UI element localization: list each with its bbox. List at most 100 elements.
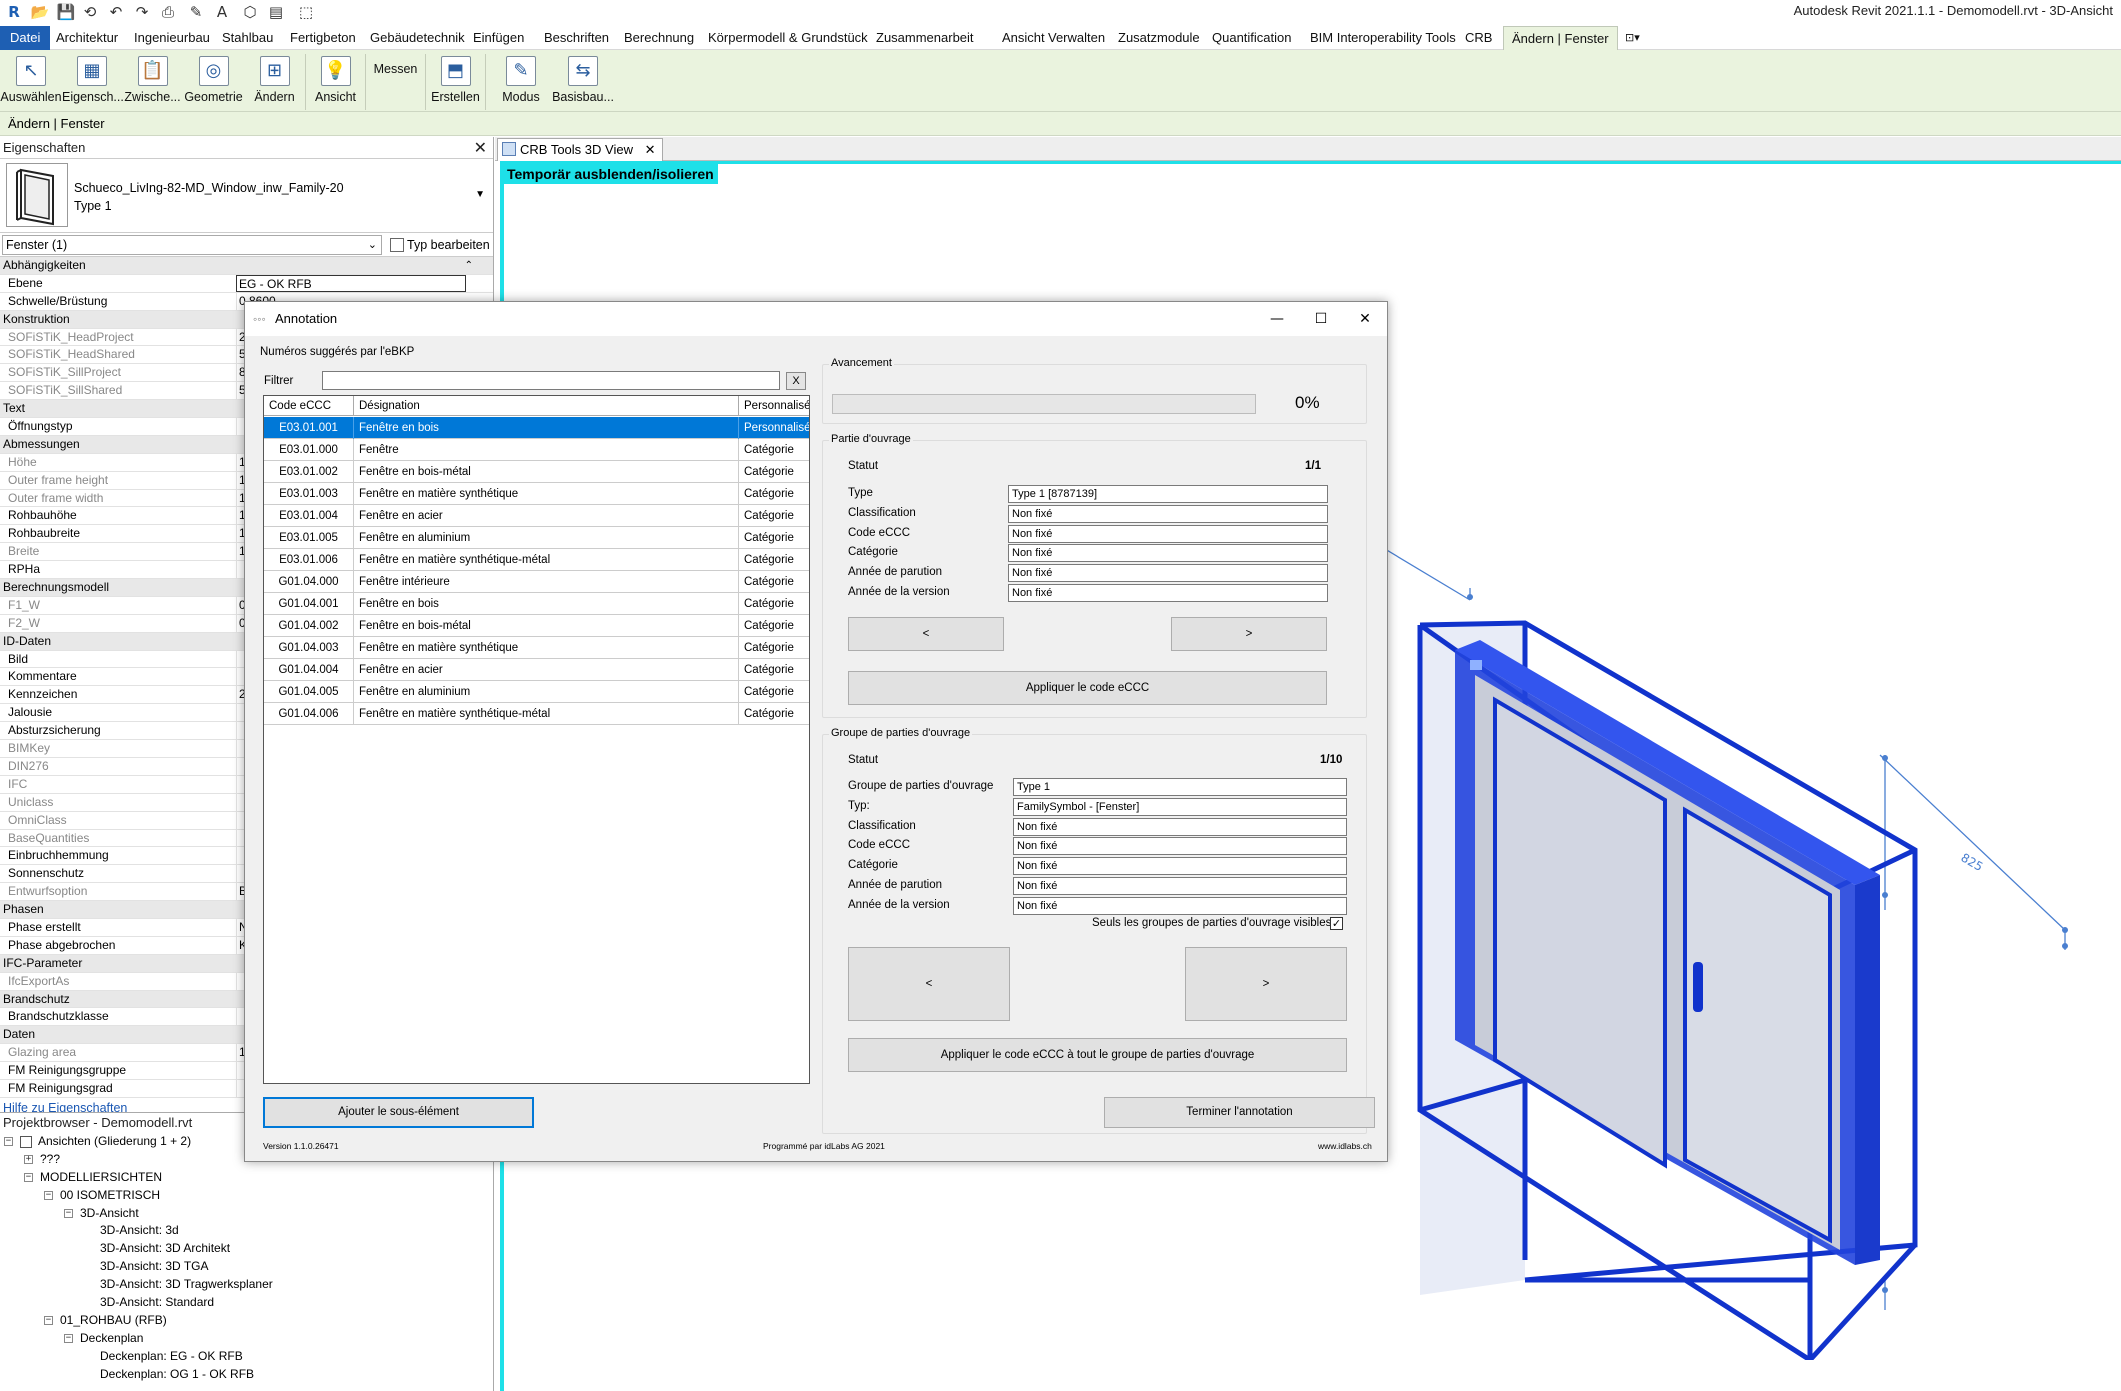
tab-overflow-icon[interactable]: ⊡▾	[1625, 26, 1640, 50]
andern-button[interactable]: ⊞ Ändern	[244, 54, 306, 110]
apply-eccc-button[interactable]: Appliquer le code eCCC	[848, 671, 1327, 705]
quick-access-icon[interactable]: ↷	[132, 2, 152, 22]
collapse-icon[interactable]: −	[64, 1333, 73, 1343]
grid-row[interactable]: E03.01.005 Fenêtre en aluminium Catégorie	[264, 527, 809, 549]
collapse-icon[interactable]: −	[44, 1190, 53, 1200]
browser-tree-item[interactable]: − MODELLIERSICHTEN	[0, 1169, 493, 1187]
instance-filter-dropdown[interactable]: Fenster (1) ⌄	[2, 235, 382, 255]
collapse-icon[interactable]: −	[64, 1208, 73, 1218]
browser-tree-item[interactable]: 3D-Ansicht: Standard	[0, 1294, 493, 1312]
grid-row[interactable]: G01.04.006 Fenêtre en matière synthétique…	[264, 703, 809, 725]
tab-ingenieurbau[interactable]: Ingenieurbau	[134, 26, 210, 50]
auswahlen-button[interactable]: ↖ Auswählen	[0, 54, 62, 110]
edit-type-button[interactable]: Typ bearbeiten	[390, 235, 490, 255]
geometrie-button[interactable]: ◎ Geometrie	[183, 54, 244, 110]
property-value[interactable]: EG - OK RFB	[236, 274, 466, 292]
quick-access-icon[interactable]: ↶	[106, 2, 126, 22]
minimize-icon[interactable]: —	[1255, 302, 1299, 336]
browser-tree-item[interactable]: 3D-Ansicht: 3d	[0, 1222, 493, 1240]
grid-row[interactable]: G01.04.001 Fenêtre en bois Catégorie	[264, 593, 809, 615]
erstellen-button[interactable]: ⬒ Erstellen	[426, 54, 486, 110]
maximize-icon[interactable]: ☐	[1299, 302, 1343, 336]
quick-access-icon[interactable]: ▤	[266, 2, 286, 22]
quick-access-icon[interactable]: ✎	[186, 2, 206, 22]
group-next-button[interactable]: >	[1185, 947, 1347, 1021]
browser-tree-item[interactable]: −00 ISOMETRISCH	[0, 1187, 493, 1205]
finish-annotation-button[interactable]: Terminer l'annotation	[1104, 1097, 1375, 1128]
grid-row[interactable]: G01.04.002 Fenêtre en bois-métal Catégorie	[264, 615, 809, 637]
tab-datei[interactable]: Datei	[0, 26, 51, 50]
grid-row[interactable]: G01.04.000 Fenêtre intérieure Catégorie	[264, 571, 809, 593]
type-selector[interactable]: Schueco_LivIng-82-MD_Window_inw_Family-2…	[0, 159, 493, 233]
grid-row[interactable]: E03.01.002 Fenêtre en bois-métal Catégorie	[264, 461, 809, 483]
expand-icon[interactable]: +	[24, 1154, 33, 1164]
tab-bim-interoperability-tools[interactable]: BIM Interoperability Tools	[1310, 26, 1456, 50]
close-icon[interactable]: ✕	[645, 143, 656, 158]
ansicht-button[interactable]: 💡 Ansicht	[306, 54, 366, 110]
quick-access-icon[interactable]: R	[4, 2, 24, 22]
close-icon[interactable]: ✕	[474, 137, 487, 159]
basisbau-button[interactable]: ⇆ Basisbau...	[552, 54, 614, 110]
tab-zusammenarbeit[interactable]: Zusammenarbeit	[876, 26, 974, 50]
quick-access-icon[interactable]: ⎙	[158, 2, 178, 22]
group-prev-button[interactable]: <	[848, 947, 1010, 1021]
eccc-grid[interactable]: Code eCCC Désignation Personnalisé E03.0…	[263, 395, 810, 1084]
close-icon[interactable]: ✕	[1343, 302, 1387, 336]
browser-tree-item[interactable]: Deckenplan: EG - OK RFB	[0, 1348, 493, 1366]
grid-row[interactable]: E03.01.000 Fenêtre Catégorie	[264, 439, 809, 461]
browser-tree-item[interactable]: 3D-Ansicht: 3D TGA	[0, 1258, 493, 1276]
tab-verwalten[interactable]: Verwalten	[1048, 26, 1105, 50]
tab-stahlbau[interactable]: Stahlbau	[222, 26, 273, 50]
zwische-button[interactable]: 📋 Zwische...	[122, 54, 183, 110]
grid-row[interactable]: G01.04.004 Fenêtre en acier Catégorie	[264, 659, 809, 681]
tab-zusatzmodule[interactable]: Zusatzmodule	[1118, 26, 1200, 50]
browser-tree-item[interactable]: − Deckenplan	[0, 1330, 493, 1348]
browser-tree-item[interactable]: Deckenplan: OG 1 - OK RFB	[0, 1366, 493, 1384]
browser-tree-item[interactable]: 3D-Ansicht: 3D Architekt	[0, 1240, 493, 1258]
grid-row[interactable]: E03.01.003 Fenêtre en matière synthétique…	[264, 483, 809, 505]
collapse-icon[interactable]: −	[24, 1172, 33, 1182]
tab-quantification[interactable]: Quantification	[1212, 26, 1292, 50]
visible-only-checkbox[interactable]: ✓	[1330, 917, 1343, 930]
filter-input[interactable]	[322, 371, 780, 390]
tab-ansicht[interactable]: Ansicht	[1002, 26, 1045, 50]
element-prev-button[interactable]: <	[848, 617, 1004, 651]
browser-tree-item[interactable]: −01_ROHBAU (RFB)	[0, 1312, 493, 1330]
browser-tree-item[interactable]: −3D-Ansicht	[0, 1205, 493, 1223]
column-header-designation[interactable]: Désignation	[354, 396, 739, 416]
tab-einfugen[interactable]: Einfügen	[473, 26, 524, 50]
filter-clear-button[interactable]: X	[786, 372, 806, 390]
column-header-custom[interactable]: Personnalisé	[739, 396, 809, 416]
window-3d-model[interactable]: 825	[1360, 500, 2080, 1360]
collapse-icon[interactable]: −	[4, 1137, 13, 1146]
add-sub-element-button[interactable]: Ajouter le sous-élément	[263, 1097, 534, 1128]
tab-beschriften[interactable]: Beschriften	[544, 26, 609, 50]
grid-row[interactable]: G01.04.005 Fenêtre en aluminium Catégorie	[264, 681, 809, 703]
apply-group-button[interactable]: Appliquer le code eCCC à tout le groupe …	[848, 1038, 1347, 1072]
quick-access-icon[interactable]: 📂	[30, 2, 50, 22]
collapse-icon[interactable]: ⌃	[465, 257, 473, 275]
quick-access-icon[interactable]: ⟲	[80, 2, 100, 22]
quick-access-icon[interactable]: A	[212, 2, 232, 22]
tab-gebaudetechnik[interactable]: Gebäudetechnik	[370, 26, 465, 50]
quick-access-icon[interactable]: 💾	[56, 2, 76, 22]
grid-row[interactable]: E03.01.004 Fenêtre en acier Catégorie	[264, 505, 809, 527]
browser-tree-item[interactable]: 3D-Ansicht: 3D Tragwerksplaner	[0, 1276, 493, 1294]
messen-button[interactable]: Messen	[366, 54, 426, 110]
column-header-code[interactable]: Code eCCC	[264, 396, 354, 416]
tab-andern-fenster[interactable]: Ändern | Fenster	[1503, 26, 1618, 50]
chevron-down-icon[interactable]: ▼	[475, 189, 485, 200]
property-row-ebene[interactable]: Ebene EG - OK RFB	[0, 274, 493, 293]
tab-fertigbeton[interactable]: Fertigbeton	[290, 26, 356, 50]
eigensch-button[interactable]: ▦ Eigensch...	[62, 54, 124, 110]
collapse-icon[interactable]: −	[44, 1315, 53, 1325]
grid-row[interactable]: G01.04.003 Fenêtre en matière synthétique…	[264, 637, 809, 659]
property-group-abhangigkeiten[interactable]: Abhängigkeiten ⌃	[0, 257, 493, 275]
tab-architektur[interactable]: Architektur	[56, 26, 118, 50]
tab-berechnung[interactable]: Berechnung	[624, 26, 694, 50]
grid-row[interactable]: E03.01.001 Fenêtre en bois Personnalisé	[264, 417, 809, 439]
tab-crb[interactable]: CRB	[1465, 26, 1492, 50]
element-next-button[interactable]: >	[1171, 617, 1327, 651]
view-tab-crb-3d[interactable]: CRB Tools 3D View ✕	[497, 138, 663, 161]
quick-access-icon[interactable]: ⬚	[296, 2, 316, 22]
